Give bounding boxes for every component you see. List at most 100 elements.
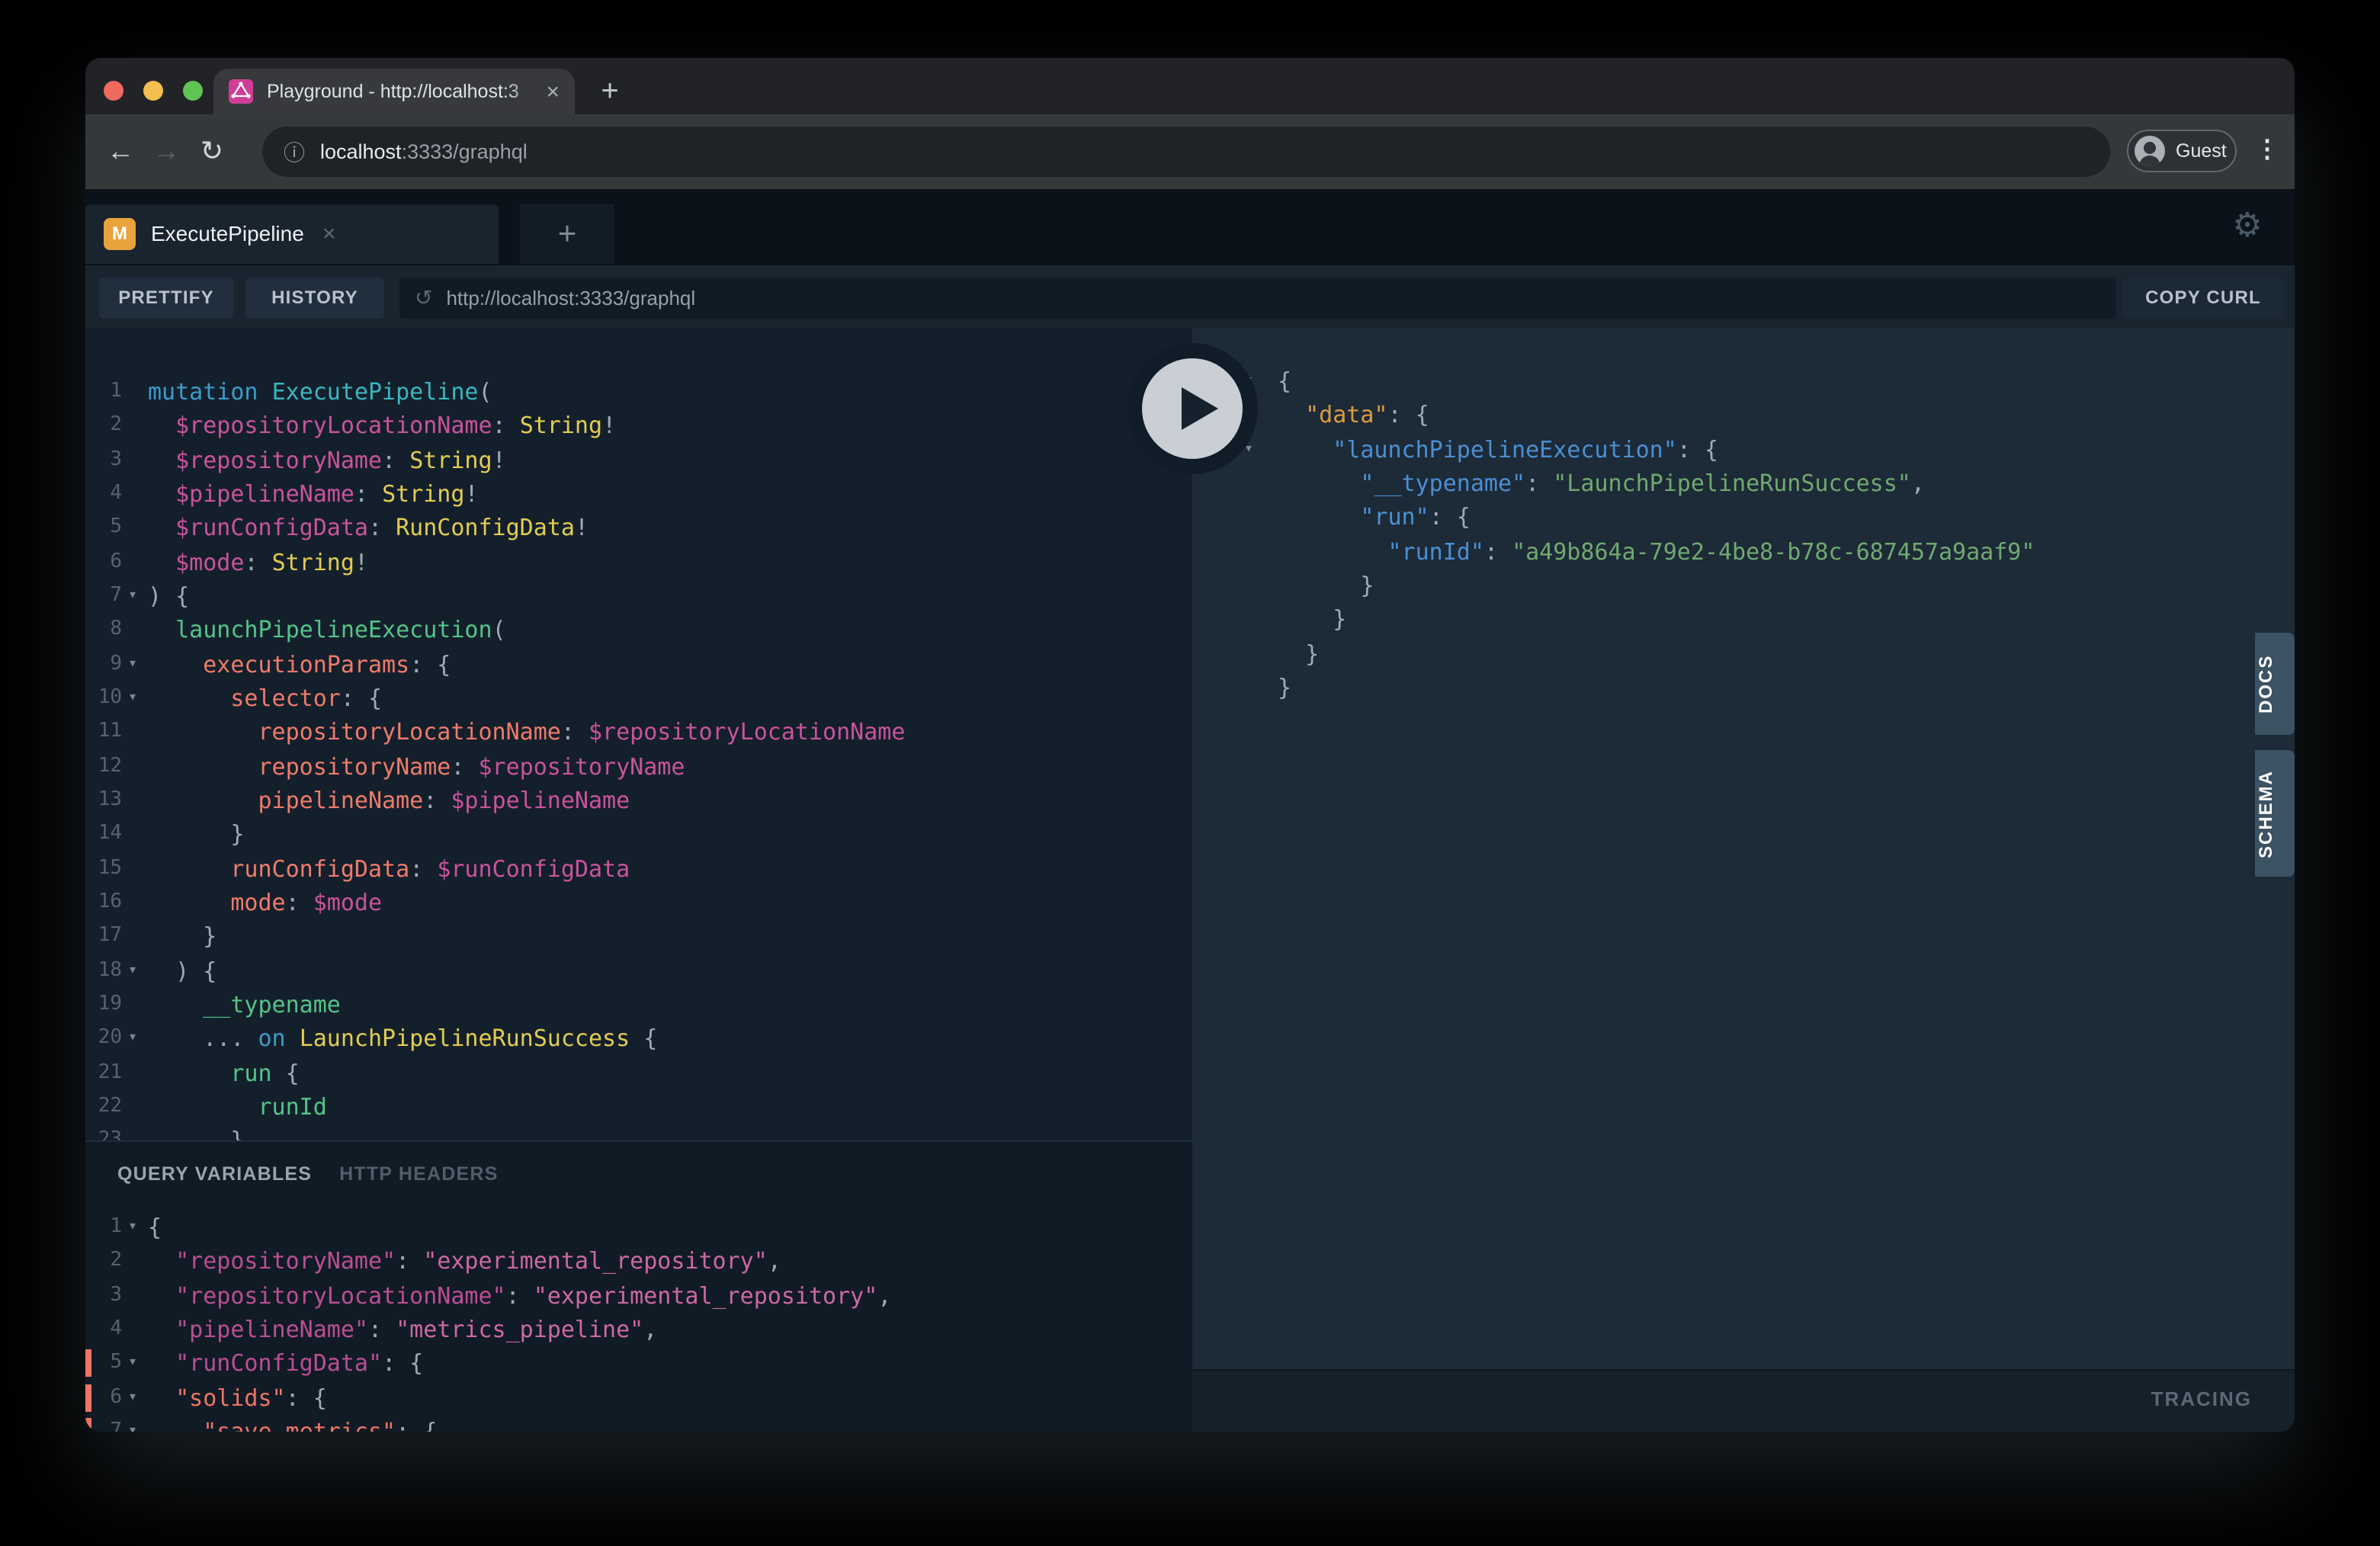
browser-tab-playground[interactable]: Playground - http://localhost:3 × [213,69,575,114]
code-line: 17 } [85,920,1192,954]
query-editor[interactable]: 1mutation ExecutePipeline(2 $repositoryL… [85,328,1192,1140]
fold-spacer [122,716,143,750]
minimize-window-button[interactable] [143,81,163,101]
code-text: ) { [148,954,217,988]
code-line: 1mutation ExecutePipeline( [85,375,1192,409]
line-number: 11 [85,716,122,750]
code-text: } [1278,671,1291,705]
code-line: "runId": "a49b864a-79e2-4be8-b78c-687457… [1238,534,2295,569]
code-text: $repositoryLocationName: String! [148,409,616,444]
close-playground-tab-icon[interactable]: × [322,221,336,247]
code-line: } [1238,569,2295,603]
line-number: 6 [85,545,122,579]
code-text: } [1278,637,1319,671]
execute-button[interactable] [1142,358,1243,459]
fold-arrow-icon[interactable]: ▾ [122,647,143,682]
fold-arrow-icon[interactable]: ▾ [122,1022,143,1056]
fold-spacer [1238,671,1259,705]
line-number: 9 [85,647,122,682]
code-text: "solids": { [148,1381,327,1415]
playground-tab-title: ExecutePipeline [151,222,304,246]
fold-arrow-icon[interactable]: ▾ [122,954,143,988]
settings-gear-icon[interactable]: ⚙ [2226,203,2269,249]
browser-tab-title: Playground - http://localhost:3 [267,81,540,102]
fold-spacer [122,1245,143,1279]
fold-spacer [122,920,143,954]
code-text: "run": { [1278,501,1471,535]
code-text: "pipelineName": "metrics_pipeline", [148,1313,657,1347]
back-icon[interactable]: ← [98,136,143,168]
fold-spacer [122,512,143,546]
fold-arrow-icon[interactable]: ▾ [122,1415,143,1432]
copy-curl-button[interactable]: COPY CURL [2122,277,2284,319]
close-tab-icon[interactable]: × [546,80,560,103]
tab-http-headers[interactable]: HTTP HEADERS [339,1163,498,1185]
fold-arrow-icon[interactable]: ▾ [122,579,143,614]
playground-tab-executepipeline[interactable]: M ExecutePipeline × [85,204,499,264]
docs-side-tab[interactable]: DOCS [2255,633,2295,735]
code-line: 2 $repositoryLocationName: String! [85,409,1192,444]
tracing-toggle[interactable]: TRACING [2151,1387,2252,1410]
line-number: 13 [85,784,122,818]
profile-button[interactable]: Guest [2127,130,2237,172]
code-text: launchPipelineExecution( [148,614,506,648]
zoom-window-button[interactable] [183,81,203,101]
browser-menu-icon[interactable]: ⋮ [2249,130,2285,172]
fold-spacer [122,1056,143,1090]
new-tab-button[interactable]: + [589,70,631,113]
tab-query-variables[interactable]: QUERY VARIABLES [117,1163,312,1185]
forward-icon[interactable]: → [143,136,189,168]
address-bar[interactable]: ⓘ localhost:3333/graphql [262,127,2110,177]
code-text: "repositoryLocationName": "experimental_… [148,1278,891,1313]
line-number: 21 [85,1056,122,1090]
line-number: 4 [85,477,122,512]
fold-spacer [122,443,143,477]
code-text: } [1278,569,1374,603]
fold-spacer [1238,501,1259,535]
variables-editor[interactable]: 1▾{2 "repositoryName": "experimental_rep… [85,1208,1192,1432]
code-text: "repositoryName": "experimental_reposito… [148,1245,781,1279]
playground-new-tab-button[interactable]: + [520,204,614,264]
endpoint-input[interactable]: ↺ http://localhost:3333/graphql [399,277,2116,319]
code-text: ) { [148,579,189,614]
fold-spacer [122,477,143,512]
line-number: 7 [85,579,122,614]
prettify-button[interactable]: PRETTIFY [99,277,233,319]
site-info-icon[interactable]: ⓘ [284,136,305,167]
code-line: 6▾ "solids": { [85,1381,1192,1415]
code-line: 3 "repositoryLocationName": "experimenta… [85,1278,1192,1313]
code-line: 22 runId [85,1090,1192,1124]
fold-arrow-icon[interactable]: ▾ [122,1211,143,1245]
code-text: run { [148,1056,300,1090]
editor-pane: 1mutation ExecutePipeline(2 $repositoryL… [85,328,1192,1432]
fold-arrow-icon[interactable]: ▾ [122,1381,143,1415]
code-text: { [148,1211,162,1245]
reload-icon[interactable]: ↻ [189,136,235,168]
code-line: 19 __typename [85,988,1192,1022]
code-text: runId [148,1090,327,1124]
code-line: 21 run { [85,1056,1192,1090]
code-text: } [148,920,217,954]
history-button[interactable]: HISTORY [245,277,384,319]
fold-spacer [122,614,143,648]
close-window-button[interactable] [104,81,123,101]
line-number: 2 [85,409,122,444]
code-text: pipelineName: $pipelineName [148,784,630,818]
code-text: { [1278,364,1291,399]
result-pane: ▾{▾ "data": {▾ "launchPipelineExecution"… [1192,328,2295,1432]
code-line: 4 "pipelineName": "metrics_pipeline", [85,1313,1192,1347]
schema-side-tab[interactable]: SCHEMA [2255,750,2295,877]
execute-button-ring [1127,343,1258,474]
code-line: 11 repositoryLocationName: $repositoryLo… [85,716,1192,750]
playground-toolbar: PRETTIFY HISTORY ↺ http://localhost:3333… [85,264,2295,328]
fold-spacer [122,545,143,579]
line-number: 10 [85,682,122,716]
line-number: 4 [85,1313,122,1347]
playground-header: M ExecutePipeline × + ⚙ [85,189,2295,264]
code-text: repositoryName: $repositoryName [148,749,685,784]
code-text: "runConfigData": { [148,1347,423,1381]
line-number: 17 [85,920,122,954]
code-text: mutation ExecutePipeline( [148,375,492,409]
fold-arrow-icon[interactable]: ▾ [122,1347,143,1381]
fold-arrow-icon[interactable]: ▾ [122,682,143,716]
